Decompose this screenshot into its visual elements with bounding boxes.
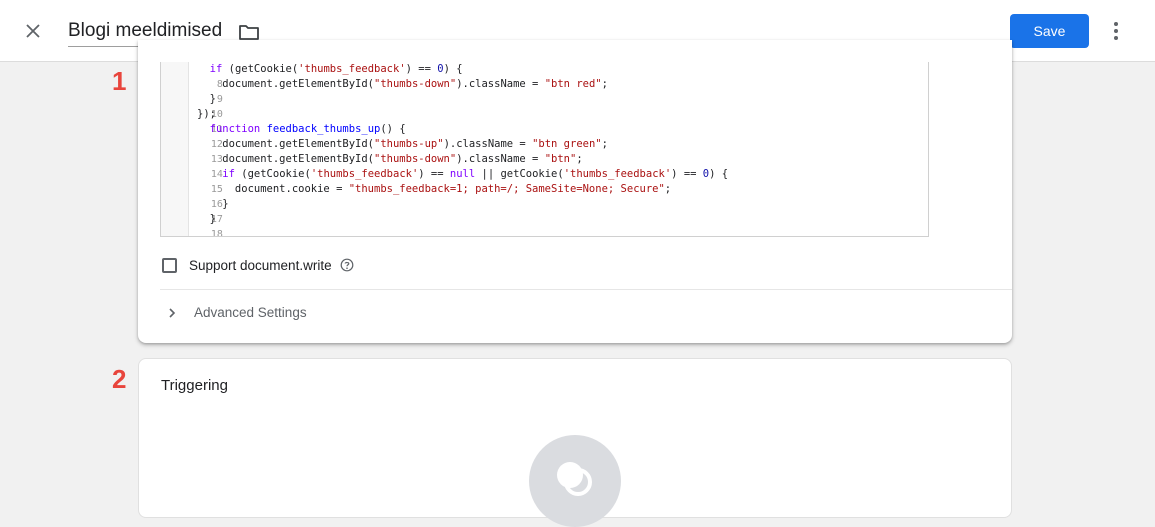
step-number-2: 2: [112, 364, 127, 394]
advanced-settings-label: Advanced Settings: [194, 305, 307, 320]
code-line: 11});: [197, 108, 223, 135]
close-button[interactable]: [20, 18, 46, 44]
save-button[interactable]: Save: [1010, 14, 1089, 48]
code-line: 13 document.getElementById("thumbs-up").…: [197, 138, 608, 165]
tag-configuration-card: 8 if (getCookie('thumbs_feedback') == 0)…: [138, 40, 1012, 343]
code-line: 10 }: [197, 93, 223, 120]
help-icon[interactable]: [340, 258, 354, 272]
add-trigger-button[interactable]: [529, 435, 621, 527]
html-code-editor[interactable]: 8 if (getCookie('thumbs_feedback') == 0)…: [160, 62, 929, 237]
step-number-1: 1: [112, 66, 127, 96]
code-line: 16 document.cookie = "thumbs_feedback=1;…: [197, 183, 672, 210]
triggering-card[interactable]: Triggering: [138, 358, 1012, 527]
close-icon: [26, 24, 40, 38]
code-line: 12 function feedback_thumbs_up() {: [209, 123, 406, 150]
code-line: 9 document.getElementById("thumbs-down")…: [197, 78, 608, 105]
chevron-right-icon: [169, 307, 176, 318]
support-document-write-label: Support document.write: [189, 257, 332, 273]
code-line: 15 if (getCookie('thumbs_feedback') == n…: [210, 168, 729, 195]
support-document-write-row: Support document.write: [162, 254, 354, 276]
advanced-settings-toggle[interactable]: Advanced Settings: [166, 305, 307, 320]
code-line: 19: [161, 227, 223, 236]
code-line: 14 document.getElementById("thumbs-down"…: [197, 153, 583, 180]
support-document-write-checkbox[interactable]: [162, 257, 177, 273]
folder-icon[interactable]: [238, 22, 260, 42]
triggering-title: Triggering: [161, 377, 228, 394]
code-line: 17 }: [197, 198, 229, 225]
section-divider: [160, 289, 1012, 290]
trigger-icon: [557, 462, 592, 496]
code-line: 8 if (getCookie('thumbs_feedback') == 0)…: [209, 63, 463, 90]
more-options-icon[interactable]: [1106, 19, 1126, 43]
code-line: 18 }: [197, 213, 223, 237]
